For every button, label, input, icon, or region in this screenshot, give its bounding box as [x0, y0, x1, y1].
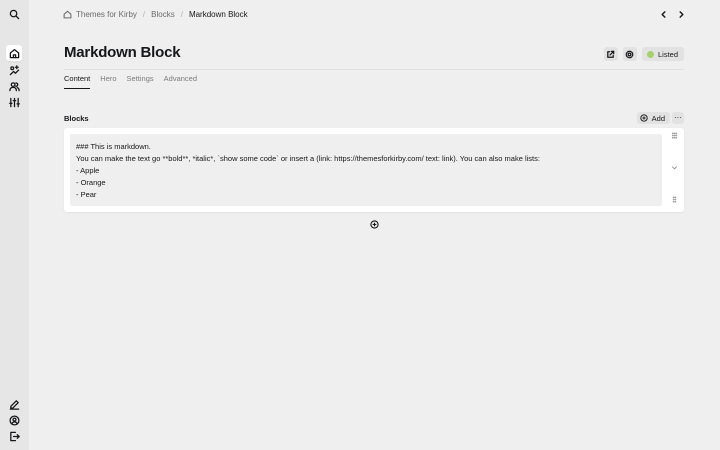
sliders-icon[interactable]: [6, 94, 22, 110]
tab-hero[interactable]: Hero: [100, 74, 116, 89]
markdown-line: You can make the text go **bold**, *ital…: [76, 154, 540, 163]
next-page-button[interactable]: [676, 8, 686, 20]
account-icon[interactable]: [6, 412, 22, 428]
add-block-below-button[interactable]: [369, 219, 379, 229]
markdown-line: ### This is markdown.: [76, 142, 151, 151]
chevron-right-icon: [678, 10, 684, 18]
blocks-field-label: Blocks: [64, 114, 89, 123]
add-block-label: Add: [651, 113, 665, 123]
edit-icon[interactable]: [6, 396, 22, 412]
breadcrumb-item-site[interactable]: Themes for Kirby: [63, 10, 137, 19]
gear-icon: [626, 50, 634, 58]
collapse-block-button[interactable]: [670, 164, 678, 172]
home-icon: [63, 10, 72, 18]
image-icon[interactable]: [6, 62, 22, 78]
header-divider: [64, 69, 684, 70]
block-toolbar: [664, 128, 684, 212]
external-link-icon: [607, 50, 615, 58]
breadcrumb-label: Blocks: [151, 9, 175, 19]
previous-page-button[interactable]: [658, 8, 668, 20]
status-label: Listed: [657, 49, 678, 59]
breadcrumb-item-current[interactable]: Markdown Block: [189, 10, 248, 19]
sort-handle-icon[interactable]: [670, 196, 678, 204]
add-block-button[interactable]: Add: [636, 112, 670, 124]
blocks-field-actions: Add ···: [636, 112, 684, 124]
breadcrumb-separator: /: [142, 9, 146, 19]
page-title: Markdown Block: [64, 44, 181, 61]
settings-button[interactable]: [622, 47, 637, 61]
drag-handle-icon[interactable]: [670, 132, 678, 140]
open-page-button[interactable]: [603, 47, 618, 61]
add-circle-icon: [639, 114, 648, 122]
tab-content[interactable]: Content: [64, 74, 91, 89]
logout-icon[interactable]: [6, 428, 22, 444]
topbar: Themes for Kirby / Blocks / Markdown Blo…: [29, 0, 720, 28]
users-icon[interactable]: [6, 78, 22, 94]
add-circle-icon: [369, 219, 379, 229]
tab-bar: Content Hero Settings Advanced: [64, 74, 197, 89]
markdown-line: - Apple: [76, 166, 100, 175]
chevron-left-icon: [660, 10, 666, 18]
tab-settings[interactable]: Settings: [127, 74, 154, 89]
header-actions: Listed: [603, 47, 684, 61]
home-icon[interactable]: [6, 45, 22, 61]
sidebar: [0, 0, 29, 450]
chevron-down-icon: [671, 166, 677, 170]
tab-advanced[interactable]: Advanced: [164, 74, 197, 89]
breadcrumb-label: Themes for Kirby: [76, 9, 137, 19]
search-icon[interactable]: [6, 6, 22, 22]
status-dot: [646, 50, 654, 58]
breadcrumb-separator: /: [180, 9, 183, 19]
status-button[interactable]: Listed: [641, 47, 684, 61]
markdown-block[interactable]: ### This is markdown. You can make the t…: [64, 128, 684, 212]
page-navigation: [658, 8, 686, 20]
breadcrumb-label: Markdown Block: [188, 9, 248, 19]
markdown-line: - Pear: [76, 190, 97, 199]
markdown-editor[interactable]: ### This is markdown. You can make the t…: [70, 134, 662, 206]
blocks-options-button[interactable]: ···: [672, 112, 684, 124]
markdown-line: - Orange: [76, 178, 106, 187]
breadcrumb-item-blocks[interactable]: Blocks: [151, 10, 175, 19]
